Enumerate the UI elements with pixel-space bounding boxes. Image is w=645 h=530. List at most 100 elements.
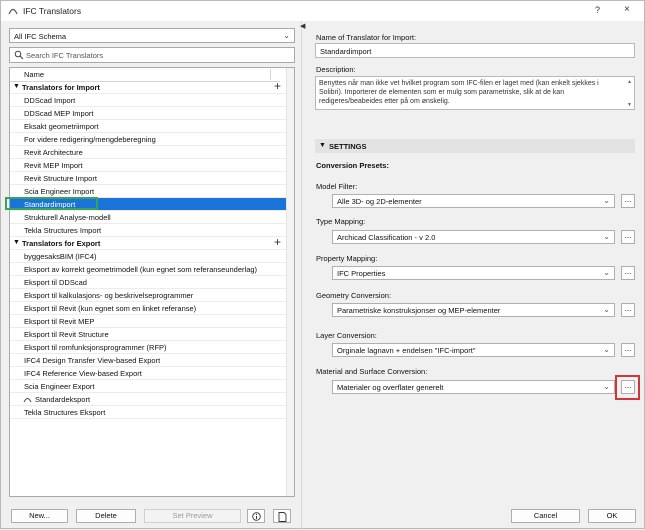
default-translator-icon [23, 398, 32, 403]
new-button[interactable]: New... [11, 509, 68, 523]
material-conversion-dropdown[interactable]: Materialer og overflater generelt ⌄ [332, 380, 615, 394]
group-export[interactable]: ▼ Translators for Export + [10, 235, 286, 250]
group-export-label: Translators for Export [22, 239, 101, 248]
list-scrollbar[interactable] [286, 68, 294, 496]
material-conversion-value: Materialer og overflater generelt [337, 383, 444, 392]
list-item[interactable]: DDScad Import [10, 94, 286, 107]
list-item-label: Revit Architecture [24, 148, 83, 157]
scroll-down-icon[interactable]: ▼ [627, 101, 632, 110]
list-item[interactable]: Eksport til Revit (kun egnet som en link… [10, 302, 286, 315]
info-icon [252, 512, 261, 521]
list-item-label: For videre redigering/mengdeberegning [24, 135, 156, 144]
list-item[interactable]: IFC4 Design Transfer View-based Export [10, 354, 286, 367]
info-button[interactable] [247, 509, 265, 523]
layer-conversion-options-button[interactable]: ... [621, 343, 635, 357]
property-mapping-value: IFC Properties [337, 269, 386, 278]
expand-triangle-icon[interactable]: ▼ [13, 239, 20, 246]
list-item-label: IFC4 Design Transfer View-based Export [24, 356, 161, 365]
delete-button[interactable]: Delete [76, 509, 136, 523]
layer-conversion-dropdown[interactable]: Orginale lagnavn + endelsen "IFC-import"… [332, 343, 615, 357]
description-textarea[interactable]: Benyttes når man ikke vet hvilket progra… [315, 76, 635, 110]
export-file-button[interactable] [273, 509, 291, 523]
list-item[interactable]: Eksport til DDScad [10, 276, 286, 289]
description-scrollbar[interactable]: ▲ ▼ [626, 77, 634, 109]
list-item-label: Eksport til Revit Structure [24, 330, 109, 339]
geometry-conversion-value: Parametriske konstruksjonser og MEP-elem… [337, 306, 501, 315]
schema-select[interactable]: All IFC Schema ⌄ [9, 28, 295, 43]
list-item-label: Scia Engineer Import [24, 187, 95, 196]
group-import[interactable]: ▼ Translators for Import + [10, 79, 286, 94]
list-item[interactable]: Eksport til Revit Structure [10, 328, 286, 341]
list-item-label: Eksport til kalkulasjons- og beskrivelse… [24, 291, 194, 300]
list-item[interactable]: Revit MEP Import [10, 159, 286, 172]
list-item-label: Tekla Structures Import [24, 226, 102, 235]
geometry-conversion-dropdown[interactable]: Parametriske konstruksjonser og MEP-elem… [332, 303, 615, 317]
type-mapping-label: Type Mapping: [316, 217, 366, 226]
property-mapping-dropdown[interactable]: IFC Properties ⌄ [332, 266, 615, 280]
set-preview-button[interactable]: Set Preview [144, 509, 241, 523]
chevron-down-icon: ⌄ [603, 305, 610, 314]
chevron-down-icon: ⌄ [603, 345, 610, 354]
list-item-label: byggesaksBIM (IFC4) [24, 252, 97, 261]
ok-button[interactable]: OK [588, 509, 636, 523]
list-item[interactable]: Revit Architecture [10, 146, 286, 159]
list-item[interactable]: Tekla Structures Eksport [10, 406, 286, 419]
list-item-label: Strukturell Analyse-modell [24, 213, 111, 222]
ifc-translators-window: IFC Translators ? × All IFC Schema ⌄ Nam… [0, 0, 645, 530]
add-import-icon[interactable]: + [274, 79, 281, 93]
expand-triangle-icon[interactable]: ▼ [319, 142, 326, 149]
group-import-label: Translators for Import [22, 83, 100, 92]
type-mapping-dropdown[interactable]: Archicad Classification - v 2.0 ⌄ [332, 230, 615, 244]
list-item-label: Scia Engineer Export [24, 382, 95, 391]
translator-name-value: Standardimport [320, 47, 372, 56]
chevron-down-icon: ⌄ [603, 196, 610, 205]
expand-triangle-icon[interactable]: ▼ [13, 83, 20, 90]
list-item-label: DDScad Import [24, 96, 76, 105]
list-item[interactable]: Eksport til Revit MEP [10, 315, 286, 328]
type-mapping-options-button[interactable]: ... [621, 230, 635, 244]
list-item[interactable]: Strukturell Analyse-modell [10, 211, 286, 224]
property-mapping-label: Property Mapping: [316, 254, 378, 263]
chevron-down-icon: ⌄ [603, 232, 610, 241]
description-text: Benyttes når man ikke vet hvilket progra… [319, 80, 599, 105]
list-item[interactable]: Scia Engineer Export [10, 380, 286, 393]
list-item[interactable]: Eksport til romfunksjonsprogrammer (RFP) [10, 341, 286, 354]
settings-header[interactable]: ▼ SETTINGS [315, 139, 635, 153]
list-item[interactable]: byggesaksBIM (IFC4) [10, 250, 286, 263]
list-item[interactable]: Tekla Structures Import [10, 224, 286, 237]
list-item[interactable]: Eksport til kalkulasjons- og beskrivelse… [10, 289, 286, 302]
list-item-label: Eksport til Revit (kun egnet som en link… [24, 304, 197, 313]
translator-name-input[interactable]: Standardimport [315, 43, 635, 58]
translator-list[interactable]: Name ▼ Translators for Import + DDScad I… [9, 67, 295, 497]
list-item[interactable]: Eksport av korrekt geometrimodell (kun e… [10, 263, 286, 276]
pane-divider[interactable] [301, 21, 302, 530]
list-item[interactable]: For videre redigering/mengdeberegning [10, 133, 286, 146]
list-item-label: Tekla Structures Eksport [24, 408, 106, 417]
list-item[interactable]: Standardeksport [10, 393, 286, 406]
model-filter-options-button[interactable]: ... [621, 194, 635, 208]
list-item-label: Eksport av korrekt geometrimodell (kun e… [24, 265, 258, 274]
list-item-label: Eksport til romfunksjonsprogrammer (RFP) [24, 343, 167, 352]
window-title: IFC Translators [23, 6, 82, 16]
list-item[interactable]: DDScad MEP Import [10, 107, 286, 120]
help-icon[interactable]: ? [595, 5, 600, 15]
cancel-button[interactable]: Cancel [511, 509, 580, 523]
add-export-icon[interactable]: + [274, 235, 281, 249]
list-item[interactable]: IFC4 Reference View-based Export [10, 367, 286, 380]
search-input[interactable] [26, 49, 286, 61]
model-filter-dropdown[interactable]: Alle 3D- og 2D-elementer ⌄ [332, 194, 615, 208]
geometry-conversion-label: Geometry Conversion: [316, 291, 392, 300]
column-header[interactable]: Name [10, 68, 280, 82]
list-item[interactable]: Eksakt geometriimport [10, 120, 286, 133]
highlight-box [615, 375, 640, 400]
description-label: Description: [316, 65, 356, 74]
list-item-label: DDScad MEP Import [24, 109, 94, 118]
close-icon[interactable]: × [624, 4, 630, 15]
search-box[interactable] [9, 47, 295, 63]
property-mapping-options-button[interactable]: ... [621, 266, 635, 280]
document-icon [278, 512, 287, 522]
geometry-conversion-options-button[interactable]: ... [621, 303, 635, 317]
list-item[interactable]: Revit Structure Import [10, 172, 286, 185]
collapse-left-icon[interactable]: ◀ [300, 22, 305, 30]
scroll-up-icon[interactable]: ▲ [627, 78, 632, 87]
